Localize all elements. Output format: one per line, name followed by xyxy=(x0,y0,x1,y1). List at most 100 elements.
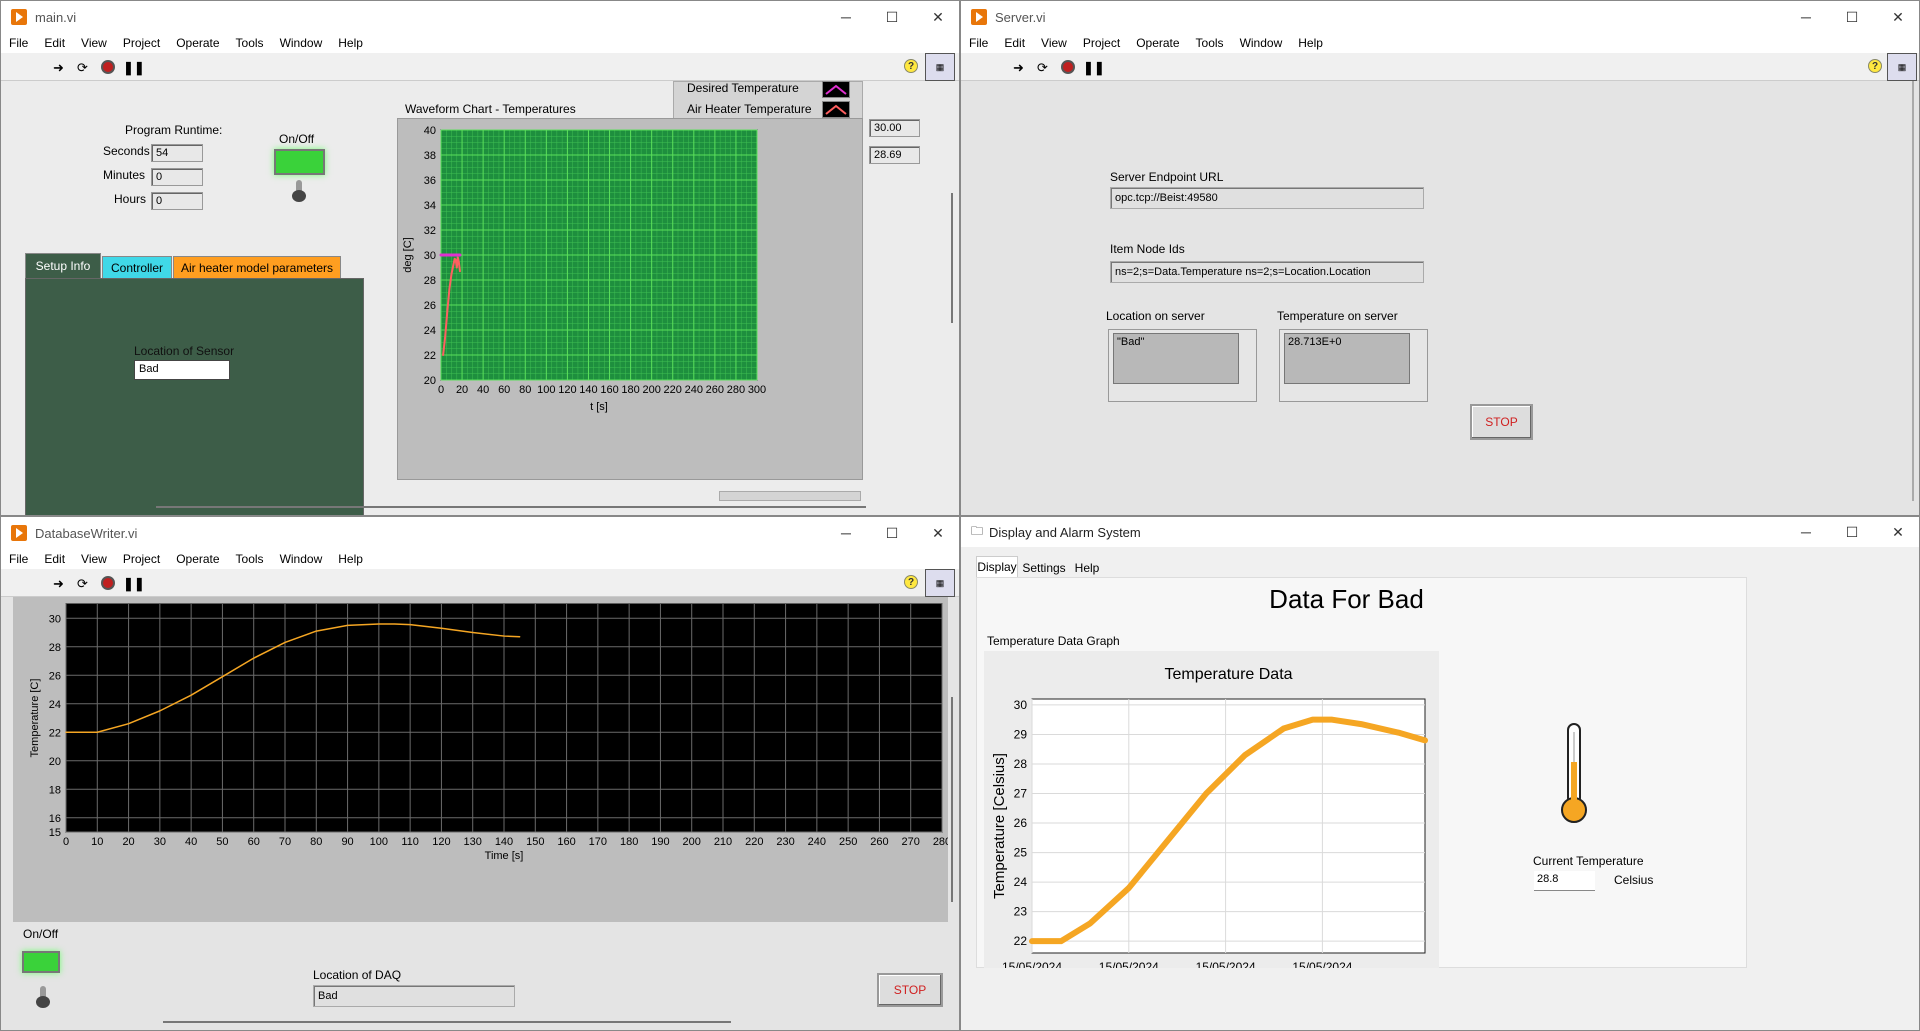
horizontal-scrollbar[interactable] xyxy=(163,1021,731,1023)
menu-help[interactable]: Help xyxy=(330,36,371,50)
minimize-icon[interactable]: ─ xyxy=(1783,1,1829,33)
help-icon[interactable]: ? xyxy=(1868,59,1882,73)
menu-window[interactable]: Window xyxy=(272,36,331,50)
maximize-icon[interactable]: ☐ xyxy=(1829,517,1875,547)
app-icon: 🗀 xyxy=(971,523,984,538)
tab-setup-info[interactable]: Setup Info xyxy=(25,253,101,279)
x-tick-label: 15/05/2024 xyxy=(1196,960,1256,968)
stop-button[interactable]: STOP xyxy=(1470,404,1533,440)
menu-view[interactable]: View xyxy=(73,36,115,50)
menu-tools[interactable]: Tools xyxy=(228,36,272,50)
tab-help[interactable]: Help xyxy=(1070,558,1104,578)
stop-button[interactable]: STOP xyxy=(877,973,943,1007)
menu-tools[interactable]: Tools xyxy=(228,552,272,566)
waveform-chart: 0 20 40 60 80 100 120 140 160 180 200 220 240 260 280 3… xyxy=(402,125,766,413)
help-icon[interactable]: ? xyxy=(904,59,918,73)
tab-settings[interactable]: Settings xyxy=(1020,558,1068,578)
vertical-scrollbar[interactable] xyxy=(1912,81,1914,501)
location-sensor-input[interactable]: Bad xyxy=(134,360,230,380)
close-icon[interactable]: ✕ xyxy=(915,1,959,33)
maximize-icon[interactable]: ☐ xyxy=(1829,1,1875,33)
run-continuously-icon[interactable]: ⟳ xyxy=(77,60,88,76)
x-tick-label: 270 xyxy=(902,836,920,848)
location-daq-field: Bad xyxy=(313,985,515,1007)
databasewriter-vi-window: DatabaseWriter.vi ─ ☐ ✕ File Edit View P… xyxy=(0,516,960,1031)
tab-controller[interactable]: Controller xyxy=(102,256,172,279)
pause-icon[interactable]: ❚❚ xyxy=(123,60,145,76)
pause-icon[interactable]: ❚❚ xyxy=(1083,60,1105,76)
x-tick-label: 140 xyxy=(495,836,513,848)
menu-operate[interactable]: Operate xyxy=(168,552,227,566)
x-tick-label: 90 xyxy=(341,836,353,848)
y-tick-label: 26 xyxy=(424,300,436,312)
close-icon[interactable]: ✕ xyxy=(1875,517,1919,547)
x-tick-label: 20 xyxy=(456,384,468,396)
vertical-scrollbar[interactable] xyxy=(951,697,953,902)
run-icon[interactable]: ➜ xyxy=(53,576,64,592)
legend-desired-swatch xyxy=(822,81,850,98)
run-continuously-icon[interactable]: ⟳ xyxy=(77,576,88,592)
y-tick-label: 24 xyxy=(424,325,436,337)
y-tick-label: 26 xyxy=(49,670,61,682)
menu-help[interactable]: Help xyxy=(1290,36,1331,50)
abort-icon[interactable] xyxy=(101,60,115,74)
menu-edit[interactable]: Edit xyxy=(996,36,1033,50)
menu-edit[interactable]: Edit xyxy=(36,36,73,50)
menu-tools[interactable]: Tools xyxy=(1188,36,1232,50)
minimize-icon[interactable]: ─ xyxy=(823,517,869,549)
menubar: File Edit View Project Operate Tools Win… xyxy=(1,549,959,569)
connector-pane-icon[interactable]: ▦ xyxy=(1887,53,1917,81)
menu-edit[interactable]: Edit xyxy=(36,552,73,566)
maximize-icon[interactable]: ☐ xyxy=(869,1,915,33)
run-icon[interactable]: ➜ xyxy=(53,60,64,76)
x-tick-label: 230 xyxy=(776,836,794,848)
menu-project[interactable]: Project xyxy=(115,36,168,50)
abort-icon[interactable] xyxy=(101,576,115,590)
run-continuously-icon[interactable]: ⟳ xyxy=(1037,60,1048,76)
menu-file[interactable]: File xyxy=(1,36,36,50)
x-tick-label: 40 xyxy=(185,836,197,848)
menu-view[interactable]: View xyxy=(73,552,115,566)
menu-file[interactable]: File xyxy=(1,552,36,566)
temperature-waveform-graph: 0 10 20 30 40 50 60 70 80 90 100 110 120 130 140 150 160… xyxy=(29,603,948,862)
current-temp-label: Current Temperature xyxy=(1533,854,1644,868)
run-icon[interactable]: ➜ xyxy=(1013,60,1024,76)
abort-icon[interactable] xyxy=(1061,60,1075,74)
x-tick-label: 260 xyxy=(870,836,888,848)
onoff-led xyxy=(274,149,325,175)
help-icon[interactable]: ? xyxy=(904,575,918,589)
minimize-icon[interactable]: ─ xyxy=(823,1,869,33)
close-icon[interactable]: ✕ xyxy=(1875,1,1919,33)
menu-file[interactable]: File xyxy=(961,36,996,50)
x-axis-label: t [s] xyxy=(590,401,608,413)
onoff-switch[interactable] xyxy=(288,180,308,204)
tab-display[interactable]: Display xyxy=(976,556,1018,578)
close-icon[interactable]: ✕ xyxy=(915,517,959,549)
tab-air-heater-params[interactable]: Air heater model parameters xyxy=(173,256,341,279)
menu-project[interactable]: Project xyxy=(115,552,168,566)
connector-pane-icon[interactable]: ▦ xyxy=(925,53,955,81)
x-tick-label: 260 xyxy=(706,384,724,396)
menu-window[interactable]: Window xyxy=(1232,36,1291,50)
hours-indicator: 0 xyxy=(151,192,203,210)
minimize-icon[interactable]: ─ xyxy=(1783,517,1829,547)
x-tick-label: 200 xyxy=(683,836,701,848)
horizontal-scrollbar[interactable] xyxy=(156,506,866,508)
menu-view[interactable]: View xyxy=(1033,36,1075,50)
connector-pane-icon[interactable]: ▦ xyxy=(925,569,955,597)
menu-window[interactable]: Window xyxy=(272,552,331,566)
menu-operate[interactable]: Operate xyxy=(1128,36,1187,50)
setup-tab-page: Location of Sensor Bad xyxy=(25,278,364,515)
heater-value: 28.69 xyxy=(869,146,920,164)
pause-icon[interactable]: ❚❚ xyxy=(123,576,145,592)
y-tick-label: 28 xyxy=(1014,757,1028,771)
y-tick-label: 25 xyxy=(1014,846,1028,860)
menu-help[interactable]: Help xyxy=(330,552,371,566)
onoff-switch[interactable] xyxy=(32,986,52,1010)
vertical-scrollbar[interactable] xyxy=(951,193,953,323)
x-tick-label: 160 xyxy=(557,836,575,848)
maximize-icon[interactable]: ☐ xyxy=(869,517,915,549)
menu-project[interactable]: Project xyxy=(1075,36,1128,50)
unit-label: Celsius xyxy=(1614,873,1654,887)
menu-operate[interactable]: Operate xyxy=(168,36,227,50)
